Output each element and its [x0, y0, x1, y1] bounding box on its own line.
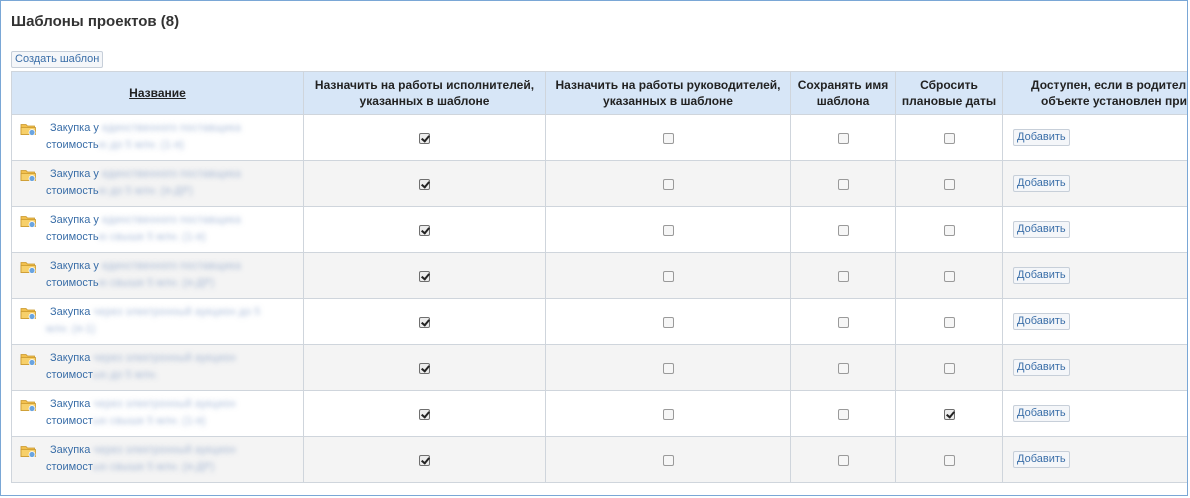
keep-name-checkbox[interactable]: [837, 316, 849, 328]
assign-managers-checkbox[interactable]: [662, 270, 674, 282]
template-name-link-line2[interactable]: стоимостью до 5 млн.: [46, 367, 303, 384]
template-name-cell: Закупка через электронный аукцион стоимо…: [11, 344, 304, 391]
table-row: Закупка у единственного поставщика стоим…: [11, 114, 1187, 161]
assign-managers-checkbox[interactable]: [662, 408, 674, 420]
template-name-link[interactable]: Закупка у единственного поставщика: [50, 120, 303, 137]
assign-executors-checkbox[interactable]: [419, 132, 430, 144]
template-name-cell: Закупка у единственного поставщика стоим…: [11, 252, 304, 299]
keep-name-checkbox[interactable]: [837, 132, 849, 144]
assign-executors-checkbox[interactable]: [419, 362, 430, 374]
reset-dates-checkbox[interactable]: [943, 408, 955, 420]
table-row: Закупка через электронный аукцион стоимо…: [11, 344, 1187, 391]
reset-dates-checkbox[interactable]: [943, 316, 955, 328]
table-row: Закупка через электронный аукцион до 5 м…: [11, 298, 1187, 345]
template-name-link[interactable]: Закупка у единственного поставщика: [50, 166, 303, 183]
folder-template-icon: [20, 262, 36, 274]
assign-managers-checkbox[interactable]: [662, 362, 674, 374]
assign-executors-checkbox[interactable]: [419, 408, 430, 420]
assign-executors-checkbox[interactable]: [419, 224, 430, 236]
reset-dates-checkbox[interactable]: [943, 362, 955, 374]
column-header-reset-dates: Сбросить плановые даты: [895, 71, 1003, 115]
table-row: Закупка у единственного поставщика стоим…: [11, 252, 1187, 299]
template-name-cell: Закупка через электронный аукцион до 5 м…: [11, 298, 304, 345]
folder-template-icon: [20, 124, 36, 136]
table-row: Закупка через электронный аукцион стоимо…: [11, 436, 1187, 483]
keep-name-checkbox[interactable]: [837, 270, 849, 282]
add-condition-button[interactable]: Добавить: [1013, 129, 1070, 146]
template-name-cell: Закупка у единственного поставщика стоим…: [11, 206, 304, 253]
add-condition-button[interactable]: Добавить: [1013, 451, 1070, 468]
templates-table: Название Назначить на работы исполнителе…: [11, 71, 1187, 483]
folder-template-icon: [20, 354, 36, 366]
assign-executors-checkbox[interactable]: [419, 270, 430, 282]
folder-template-icon: [20, 400, 36, 412]
folder-template-icon: [20, 170, 36, 182]
add-condition-button[interactable]: Добавить: [1013, 359, 1070, 376]
template-name-link-line2[interactable]: стоимостью свыше 5 млн. (1-я): [46, 229, 303, 246]
table-row: Закупка у единственного поставщика стоим…: [11, 160, 1187, 207]
page-title: Шаблоны проектов (8): [11, 13, 180, 30]
template-name-cell: Закупка через электронный аукцион стоимо…: [11, 390, 304, 437]
template-name-cell: Закупка у единственного поставщика стоим…: [11, 114, 304, 161]
folder-template-icon: [20, 308, 36, 320]
reset-dates-checkbox[interactable]: [943, 454, 955, 466]
assign-managers-checkbox[interactable]: [662, 454, 674, 466]
keep-name-checkbox[interactable]: [837, 454, 849, 466]
add-condition-button[interactable]: Добавить: [1013, 221, 1070, 238]
template-name-link[interactable]: Закупка у единственного поставщика: [50, 212, 303, 229]
assign-executors-checkbox[interactable]: [419, 454, 430, 466]
folder-template-icon: [20, 446, 36, 458]
add-condition-button[interactable]: Добавить: [1013, 267, 1070, 284]
column-header-name[interactable]: Название: [11, 71, 304, 115]
assign-managers-checkbox[interactable]: [662, 132, 674, 144]
template-name-link[interactable]: Закупка у единственного поставщика: [50, 258, 303, 275]
template-name-link[interactable]: Закупка через электронный аукцион до 5: [50, 304, 303, 321]
template-name-link-line2[interactable]: стоимостью свыше 5 млн. (я-ДР): [46, 275, 303, 292]
assign-managers-checkbox[interactable]: [662, 178, 674, 190]
folder-template-icon: [20, 216, 36, 228]
template-name-link-line2[interactable]: стоимостью свыше 5 млн. (я-ДР): [46, 459, 303, 476]
template-name-link-line2[interactable]: стоимостью до 5 млн. (я-ДР): [46, 183, 303, 200]
template-name-cell: Закупка у единственного поставщика стоим…: [11, 160, 304, 207]
column-header-assign-executors: Назначить на работы исполнителей, указан…: [303, 71, 546, 115]
table-row: Закупка у единственного поставщика стоим…: [11, 206, 1187, 253]
keep-name-checkbox[interactable]: [837, 224, 849, 236]
assign-executors-checkbox[interactable]: [419, 178, 430, 190]
project-templates-panel: Шаблоны проектов (8) Создать шаблон Назв…: [0, 0, 1188, 496]
assign-executors-checkbox[interactable]: [419, 316, 430, 328]
keep-name-checkbox[interactable]: [837, 408, 849, 420]
template-name-link-line2[interactable]: стоимостью свыше 5 млн. (1-я): [46, 413, 303, 430]
assign-managers-checkbox[interactable]: [662, 224, 674, 236]
template-name-link-line2[interactable]: млн. (я-1): [46, 321, 303, 338]
reset-dates-checkbox[interactable]: [943, 270, 955, 282]
table-row: Закупка через электронный аукцион стоимо…: [11, 390, 1187, 437]
assign-managers-checkbox[interactable]: [662, 316, 674, 328]
reset-dates-checkbox[interactable]: [943, 132, 955, 144]
add-condition-button[interactable]: Добавить: [1013, 405, 1070, 422]
template-name-cell: Закупка через электронный аукцион стоимо…: [11, 436, 304, 483]
column-header-available-if-parent: Доступен, если в родител объекте установ…: [1002, 71, 1187, 115]
add-condition-button[interactable]: Добавить: [1013, 313, 1070, 330]
reset-dates-checkbox[interactable]: [943, 224, 955, 236]
column-header-assign-managers: Назначить на работы руководителей, указа…: [545, 71, 791, 115]
create-template-button[interactable]: Создать шаблон: [11, 51, 104, 68]
column-header-keep-name: Сохранять имя шаблона: [790, 71, 896, 115]
add-condition-button[interactable]: Добавить: [1013, 175, 1070, 192]
template-name-link[interactable]: Закупка через электронный аукцион: [50, 350, 303, 367]
keep-name-checkbox[interactable]: [837, 178, 849, 190]
reset-dates-checkbox[interactable]: [943, 178, 955, 190]
keep-name-checkbox[interactable]: [837, 362, 849, 374]
template-name-link[interactable]: Закупка через электронный аукцион: [50, 396, 303, 413]
template-name-link[interactable]: Закупка через электронный аукцион: [50, 442, 303, 459]
template-name-link-line2[interactable]: стоимостью до 5 млн. (1-я): [46, 137, 303, 154]
table-header-row: Название Назначить на работы исполнителе…: [11, 71, 1187, 115]
